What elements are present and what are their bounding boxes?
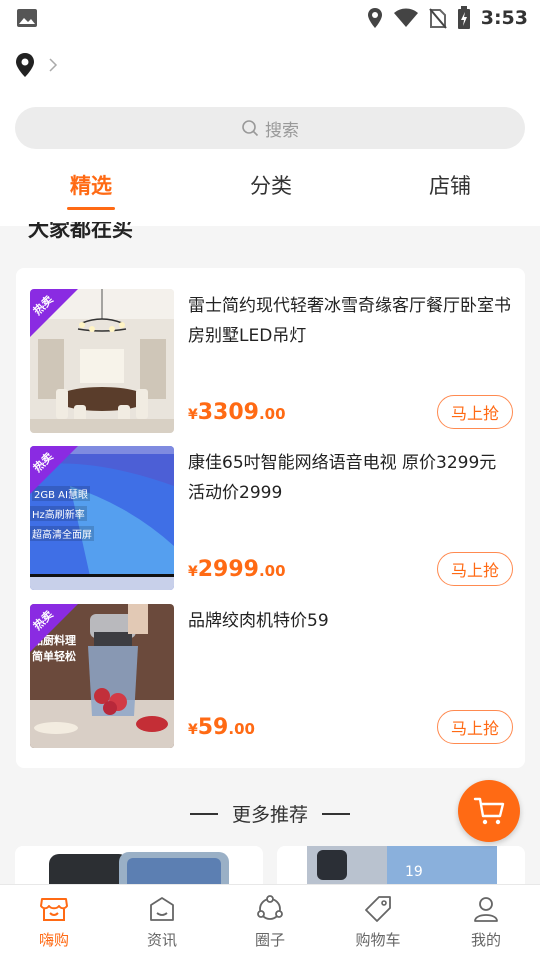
status-time: 3:53 bbox=[480, 7, 528, 29]
circle-icon bbox=[257, 895, 283, 920]
product-title: 品牌绞肉机特价59 bbox=[188, 611, 329, 631]
bottom-navigation: 嗨购 资讯 圈子 购物车 我的 bbox=[0, 884, 540, 960]
price-decimal: .00 bbox=[258, 562, 286, 580]
price-symbol: ¥ bbox=[188, 407, 198, 423]
chevron-right-icon bbox=[49, 58, 58, 72]
wifi-icon bbox=[393, 8, 418, 27]
tab-featured[interactable]: 精选 bbox=[31, 170, 151, 210]
nav-tab-circle[interactable]: 圈子 bbox=[216, 895, 324, 950]
product-image: 品厨料理 简单轻松 热卖 bbox=[30, 604, 174, 748]
nav-label: 嗨购 bbox=[38, 931, 69, 949]
price-decimal: .00 bbox=[258, 405, 286, 423]
product-title: 雷士简约现代轻奢冰雪奇缘客厅餐厅卧室书房别墅LED吊灯 bbox=[188, 296, 511, 346]
news-icon bbox=[150, 897, 174, 921]
product-list: 热卖 雷士简约现代轻奢冰雪奇缘客厅餐厅卧室书房别墅LED吊灯 ¥3309.00 … bbox=[16, 268, 525, 768]
location-selector[interactable] bbox=[14, 52, 58, 78]
nav-label: 圈子 bbox=[254, 931, 285, 949]
divider bbox=[322, 812, 350, 815]
product-price: ¥59.00 bbox=[188, 715, 255, 740]
search-placeholder: 搜索 bbox=[265, 120, 299, 141]
nav-label: 我的 bbox=[470, 931, 501, 949]
product-price: ¥3309.00 bbox=[188, 400, 286, 425]
image-caption: 超高清全面屏 bbox=[30, 526, 94, 541]
buy-now-button[interactable]: 马上抢 bbox=[437, 710, 513, 744]
nav-tab-shop[interactable]: 嗨购 bbox=[0, 895, 108, 950]
product-item[interactable]: 品厨料理 简单轻松 热卖 品牌绞肉机特价59 ¥59.00 马上抢 bbox=[30, 604, 513, 748]
image-caption: 19 bbox=[405, 864, 423, 880]
product-title: 康佳65吋智能网络语音电视 原价3299元 活动价2999 bbox=[188, 453, 497, 503]
tab-shops[interactable]: 店铺 bbox=[390, 170, 510, 200]
price-integer: 3309 bbox=[197, 400, 259, 425]
buy-now-button[interactable]: 马上抢 bbox=[437, 395, 513, 429]
price-symbol: ¥ bbox=[188, 722, 198, 738]
tab-label: 分类 bbox=[250, 174, 292, 198]
header: 搜索 精选 分类 店铺 bbox=[0, 36, 540, 226]
search-bar[interactable]: 搜索 bbox=[15, 107, 525, 149]
nav-tab-cart[interactable]: 购物车 bbox=[324, 895, 432, 950]
status-bar: 3:53 bbox=[0, 0, 540, 36]
no-sim-icon bbox=[428, 8, 447, 29]
price-decimal: .00 bbox=[228, 720, 255, 738]
shop-icon bbox=[40, 898, 68, 921]
tag-icon bbox=[365, 896, 391, 922]
nav-tab-profile[interactable]: 我的 bbox=[432, 895, 540, 950]
active-tab-indicator bbox=[67, 207, 115, 210]
more-recommendations-label: 更多推荐 bbox=[231, 804, 308, 826]
image-caption: Hz高刷新率 bbox=[30, 506, 87, 521]
image-icon bbox=[17, 9, 37, 27]
nav-label: 购物车 bbox=[355, 931, 401, 949]
buy-now-button[interactable]: 马上抢 bbox=[437, 552, 513, 586]
product-item[interactable]: 2GB AI慧眼 Hz高刷新率 超高清全面屏 热卖 康佳65吋智能网络语音电视 … bbox=[30, 446, 513, 590]
product-image: 2GB AI慧眼 Hz高刷新率 超高清全面屏 热卖 bbox=[30, 446, 174, 590]
tab-bar: 精选 分类 店铺 bbox=[0, 170, 540, 212]
location-status-icon bbox=[367, 8, 382, 28]
divider bbox=[189, 812, 218, 815]
tab-category[interactable]: 分类 bbox=[211, 170, 331, 200]
search-icon bbox=[242, 120, 259, 137]
price-integer: 59 bbox=[197, 715, 229, 740]
profile-icon bbox=[474, 897, 498, 922]
floating-cart-button[interactable] bbox=[458, 780, 520, 842]
section-title: 大家都在买 bbox=[28, 222, 133, 241]
product-price: ¥2999.00 bbox=[188, 557, 286, 582]
nav-label: 资讯 bbox=[146, 931, 177, 949]
cart-icon bbox=[473, 797, 505, 825]
tab-label: 精选 bbox=[70, 174, 112, 198]
location-pin-icon bbox=[16, 53, 34, 77]
price-symbol: ¥ bbox=[188, 564, 198, 580]
product-item[interactable]: 热卖 雷士简约现代轻奢冰雪奇缘客厅餐厅卧室书房别墅LED吊灯 ¥3309.00 … bbox=[30, 289, 513, 433]
battery-charging-icon bbox=[457, 6, 470, 29]
nav-tab-news[interactable]: 资讯 bbox=[108, 895, 216, 950]
tab-label: 店铺 bbox=[429, 174, 471, 198]
price-integer: 2999 bbox=[197, 557, 259, 582]
product-image: 热卖 bbox=[30, 289, 174, 433]
